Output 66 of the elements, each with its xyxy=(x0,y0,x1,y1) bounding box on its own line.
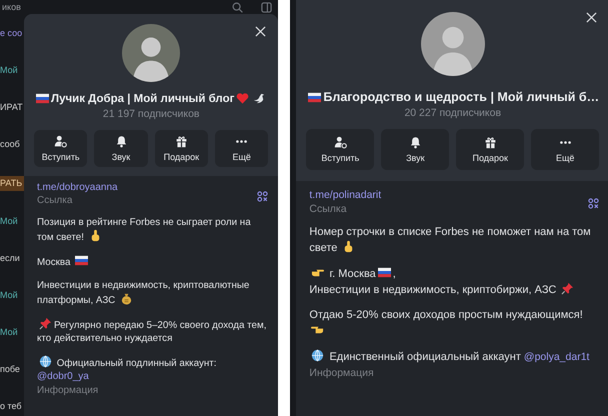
description-paragraph: Москва xyxy=(37,254,268,269)
globe-icon xyxy=(39,355,52,368)
chat-fragment: о теб xyxy=(0,400,23,412)
more-button[interactable]: Ещё xyxy=(215,130,268,167)
avatar-placeholder xyxy=(122,24,180,82)
close-icon[interactable] xyxy=(586,12,598,23)
account-link[interactable]: @dobr0_ya xyxy=(37,371,89,382)
heart-icon xyxy=(236,92,250,105)
chat-fragment: сооб xyxy=(0,138,21,150)
qr-code-icon[interactable] xyxy=(257,191,268,202)
flag-icon xyxy=(378,266,391,279)
bell-button[interactable]: Звук xyxy=(381,129,450,170)
channel-link[interactable]: t.me/polinadarit xyxy=(309,189,588,201)
globe-icon xyxy=(311,349,324,362)
description-paragraph: Позиция в рейтинге Forbes не сыграет роли на том свете! xyxy=(37,216,252,244)
chat-fragment: если xyxy=(0,253,21,264)
channel-title: Благородство и щедрость | Мой личный б… xyxy=(306,90,600,104)
description-paragraph: Номер строчки в списке Forbes не поможет нам на том свете xyxy=(309,225,592,256)
more-button[interactable]: Ещё xyxy=(531,129,600,170)
chat-fragment: е соо xyxy=(0,28,24,39)
bell-icon xyxy=(114,135,128,148)
subscriber-count: 20 227 подписчиков xyxy=(404,107,502,119)
gift-icon xyxy=(484,136,497,149)
bell-button[interactable]: Звук xyxy=(94,130,148,167)
description-paragraph: Официальный подлинный аккаунт: @dobr0_ya xyxy=(37,355,268,383)
gift-button[interactable]: Подарок xyxy=(154,130,208,167)
dove-icon xyxy=(253,92,266,105)
gift-icon xyxy=(174,135,188,148)
chat-fragment: Мой xyxy=(0,290,19,302)
chat-fragment: Мой xyxy=(0,216,19,228)
description-paragraph: Инвестиции в недвижимость, криптовалютные платформы, АЗС xyxy=(37,279,250,307)
description-paragraph: г. Москва , Инвестиции в недвижимость, криптобиржи, АЗС xyxy=(309,266,600,298)
pushpin-icon xyxy=(39,317,52,330)
account-link[interactable]: @polya_dar1t xyxy=(524,351,590,363)
chat-fragment: иков xyxy=(1,2,21,12)
avatar-placeholder xyxy=(420,12,485,76)
flag-icon xyxy=(36,92,49,105)
flag-icon xyxy=(308,90,322,104)
channel-link[interactable]: t.me/dobroyaanna xyxy=(37,182,258,193)
qr-code-icon[interactable] xyxy=(588,198,600,209)
link-caption: Ссылка xyxy=(37,195,74,206)
info-caption: Информация xyxy=(37,385,100,396)
flag-icon xyxy=(75,254,88,267)
bell-icon xyxy=(408,136,422,149)
money-bag-icon xyxy=(120,292,133,305)
description-paragraph: Единственный официальный аккаунт @polya_dar1t xyxy=(309,349,600,365)
chat-fragment: РАТЬ xyxy=(0,176,24,191)
channel-title: Лучик Добра | Мой личный блог xyxy=(34,92,268,105)
sidebar-icon[interactable] xyxy=(261,2,272,12)
gift-button[interactable]: Подарок xyxy=(456,129,524,170)
join-button[interactable]: Вступить xyxy=(306,129,374,170)
description-paragraph: Отдаю 5-20% своих доходов простым нуждающимся! xyxy=(309,308,600,339)
chat-fragment: Мой xyxy=(0,64,19,76)
add-user-icon xyxy=(334,136,347,149)
add-user-icon xyxy=(54,135,68,148)
info-caption: Информация xyxy=(309,367,375,379)
description-paragraph: Регулярно передаю 5–20% своего дохода тем, кто действительно нуждается xyxy=(37,317,268,345)
subscriber-count: 21 197 подписчиков xyxy=(102,108,200,120)
link-caption: Ссылка xyxy=(309,203,348,215)
chat-fragment: побе xyxy=(0,364,21,376)
pushpin-icon xyxy=(561,282,574,295)
chat-fragment: ИРАТ xyxy=(0,102,24,113)
search-icon[interactable] xyxy=(232,2,244,12)
close-icon[interactable] xyxy=(255,26,266,37)
chat-fragment: Мой xyxy=(0,327,19,338)
join-button[interactable]: Вступить xyxy=(34,130,88,167)
